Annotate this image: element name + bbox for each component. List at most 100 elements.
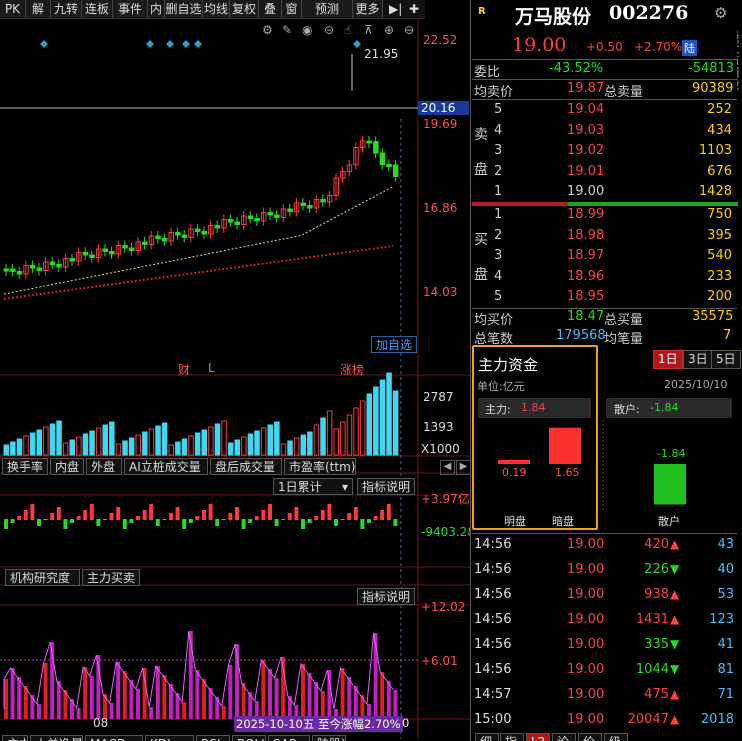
ind2-date-note: 2025-10-10五 至今涨幅2.70% [234, 716, 403, 732]
divider [472, 99, 737, 100]
tab-indicator[interactable]: 市盈率(ttm) [284, 458, 356, 475]
right-tab[interactable]: 细 [475, 733, 499, 741]
ind2-bar [76, 708, 81, 719]
toolbar-item[interactable]: 预测 [302, 0, 353, 18]
toolbar-item[interactable]: 解 [26, 0, 51, 18]
depth-price[interactable]: 18.98 [567, 228, 604, 243]
toolbar-item[interactable]: 均线 [203, 0, 230, 18]
period-tab[interactable]: 5日 [711, 350, 741, 369]
candle-body [3, 268, 9, 272]
settings-gear-icon[interactable]: ⚙ [714, 4, 727, 22]
depth-price[interactable]: 18.99 [567, 207, 604, 222]
depth-level: 1 [494, 207, 503, 222]
depth-volume: 395 [707, 227, 732, 243]
bottom-tab[interactable]: BOLL [232, 735, 266, 741]
flow-bar [4, 519, 8, 529]
ind2-bar [268, 669, 272, 719]
depth-price[interactable]: 19.02 [567, 143, 604, 158]
candle-body [109, 251, 115, 255]
depth-price[interactable]: 19.04 [567, 102, 604, 117]
depth-level: 2 [494, 227, 503, 243]
event-mark-zhangbang[interactable]: 涨榜 [340, 361, 364, 378]
period-tab[interactable]: 3日 [683, 350, 713, 369]
ma-line-short [3, 186, 394, 295]
right-tab[interactable]: 级 [604, 733, 628, 741]
toolbar-item[interactable]: 连板 [82, 0, 113, 18]
bottom-tab[interactable]: KDJ [145, 735, 194, 741]
bottom-tab[interactable]: 主力买卖 [2, 735, 28, 741]
tick-price: 19.00 [567, 687, 605, 702]
flow-bar [136, 516, 140, 520]
tick-price: 19.00 [567, 637, 605, 652]
depth-price[interactable]: 19.03 [567, 123, 604, 138]
bottom-tab[interactable]: MACD [85, 735, 143, 741]
right-tab[interactable]: 价 [578, 733, 602, 741]
candle-body [49, 261, 56, 265]
tick-price: 19.00 [567, 537, 605, 552]
toolbar-item[interactable]: 事件 [113, 0, 148, 18]
bottom-tab[interactable]: 大单净量 [30, 735, 83, 741]
scroll-left-icon[interactable]: ◀ [440, 460, 455, 475]
tab-indicator[interactable]: 换手率 [2, 458, 48, 475]
tab-indicator[interactable]: 外盘 [86, 458, 122, 475]
depth-level: 1 [494, 184, 503, 199]
explain-button-2[interactable]: 指标说明 [357, 588, 416, 605]
tab-indicator-2[interactable]: 机构研究度 [5, 569, 80, 586]
toolbar-item[interactable]: 更多 [353, 0, 383, 18]
trading-app: ▶| ✚ ⚙ ✎ ◉ ⊝ ☝ ⊼ ⊕ ⊖ 21.95 22.52 20.16 1… [0, 0, 742, 741]
right-tab[interactable]: 论 [552, 733, 576, 741]
toolbar-item[interactable]: PK [0, 0, 26, 18]
flow-bar [301, 519, 305, 529]
tab-indicator[interactable]: 盘后成交量 [210, 458, 282, 475]
bottom-tab[interactable]: 陆股通资金流入 [312, 735, 346, 741]
depth-volume: 233 [707, 268, 732, 284]
volume-bar [122, 440, 128, 456]
toolbar-item[interactable]: 九转 [51, 0, 82, 18]
tab-indicator[interactable]: AI立桩成交量 [124, 458, 208, 475]
tab-indicator-2[interactable]: 主力买卖 [82, 569, 140, 586]
ind2-bar [109, 703, 114, 719]
depth-price[interactable]: 18.95 [567, 289, 604, 304]
bar-an [549, 427, 581, 464]
event-mark-cai[interactable]: 财 [178, 361, 190, 378]
candle-body [214, 225, 221, 229]
flow-bar [76, 516, 81, 520]
side-vertical-label[interactable]: 最近访问股 [737, 30, 742, 90]
divider [472, 59, 737, 60]
bottom-tab[interactable]: RSI [196, 735, 230, 741]
event-mark-l[interactable]: L [208, 361, 215, 375]
depth-price[interactable]: 18.97 [567, 248, 604, 263]
plus-icon[interactable]: ✚ [409, 0, 419, 18]
depth-price[interactable]: 18.96 [567, 269, 604, 284]
flow-bar [63, 519, 68, 529]
depth-level: 4 [494, 268, 503, 284]
period-dropdown[interactable]: 1日累计 ▾ [273, 478, 353, 495]
flow-bar [241, 519, 246, 529]
toolbar-item[interactable]: 复权 [230, 0, 259, 18]
volume-bar [76, 436, 82, 456]
tab-indicator[interactable]: 内盘 [50, 458, 84, 475]
volume-bar [168, 444, 174, 456]
kline-chart[interactable] [0, 19, 470, 741]
toolbar-item[interactable]: 内 [148, 0, 165, 18]
add-watch-button[interactable]: 加自选 [371, 336, 418, 353]
flow-bar [188, 519, 193, 523]
volume-bar [135, 434, 141, 456]
scroll-right-icon[interactable]: ▶ [456, 460, 471, 475]
ind2-bar [4, 679, 8, 719]
depth-price[interactable]: 19.00 [567, 184, 604, 199]
right-tab[interactable]: 指 [500, 733, 524, 741]
depth-volume: 200 [707, 289, 732, 304]
toolbar-item[interactable]: 删自选 [165, 0, 203, 18]
toolbar-item[interactable]: 窗 [282, 0, 302, 18]
arrow-up-icon: ▲ [670, 537, 680, 551]
play-icon[interactable]: ▶| [389, 0, 402, 18]
period-tab[interactable]: 1日 [653, 350, 683, 369]
right-tab[interactable]: L2 [526, 733, 550, 741]
toolbar-item[interactable]: 叠 [259, 0, 282, 18]
tick-time: 14:56 [474, 637, 512, 652]
explain-button-1[interactable]: 指标说明 [357, 478, 416, 495]
bottom-tab[interactable]: SAR [268, 735, 310, 741]
axis-label-2: 20.16 [418, 101, 469, 115]
depth-price[interactable]: 19.01 [567, 164, 604, 179]
